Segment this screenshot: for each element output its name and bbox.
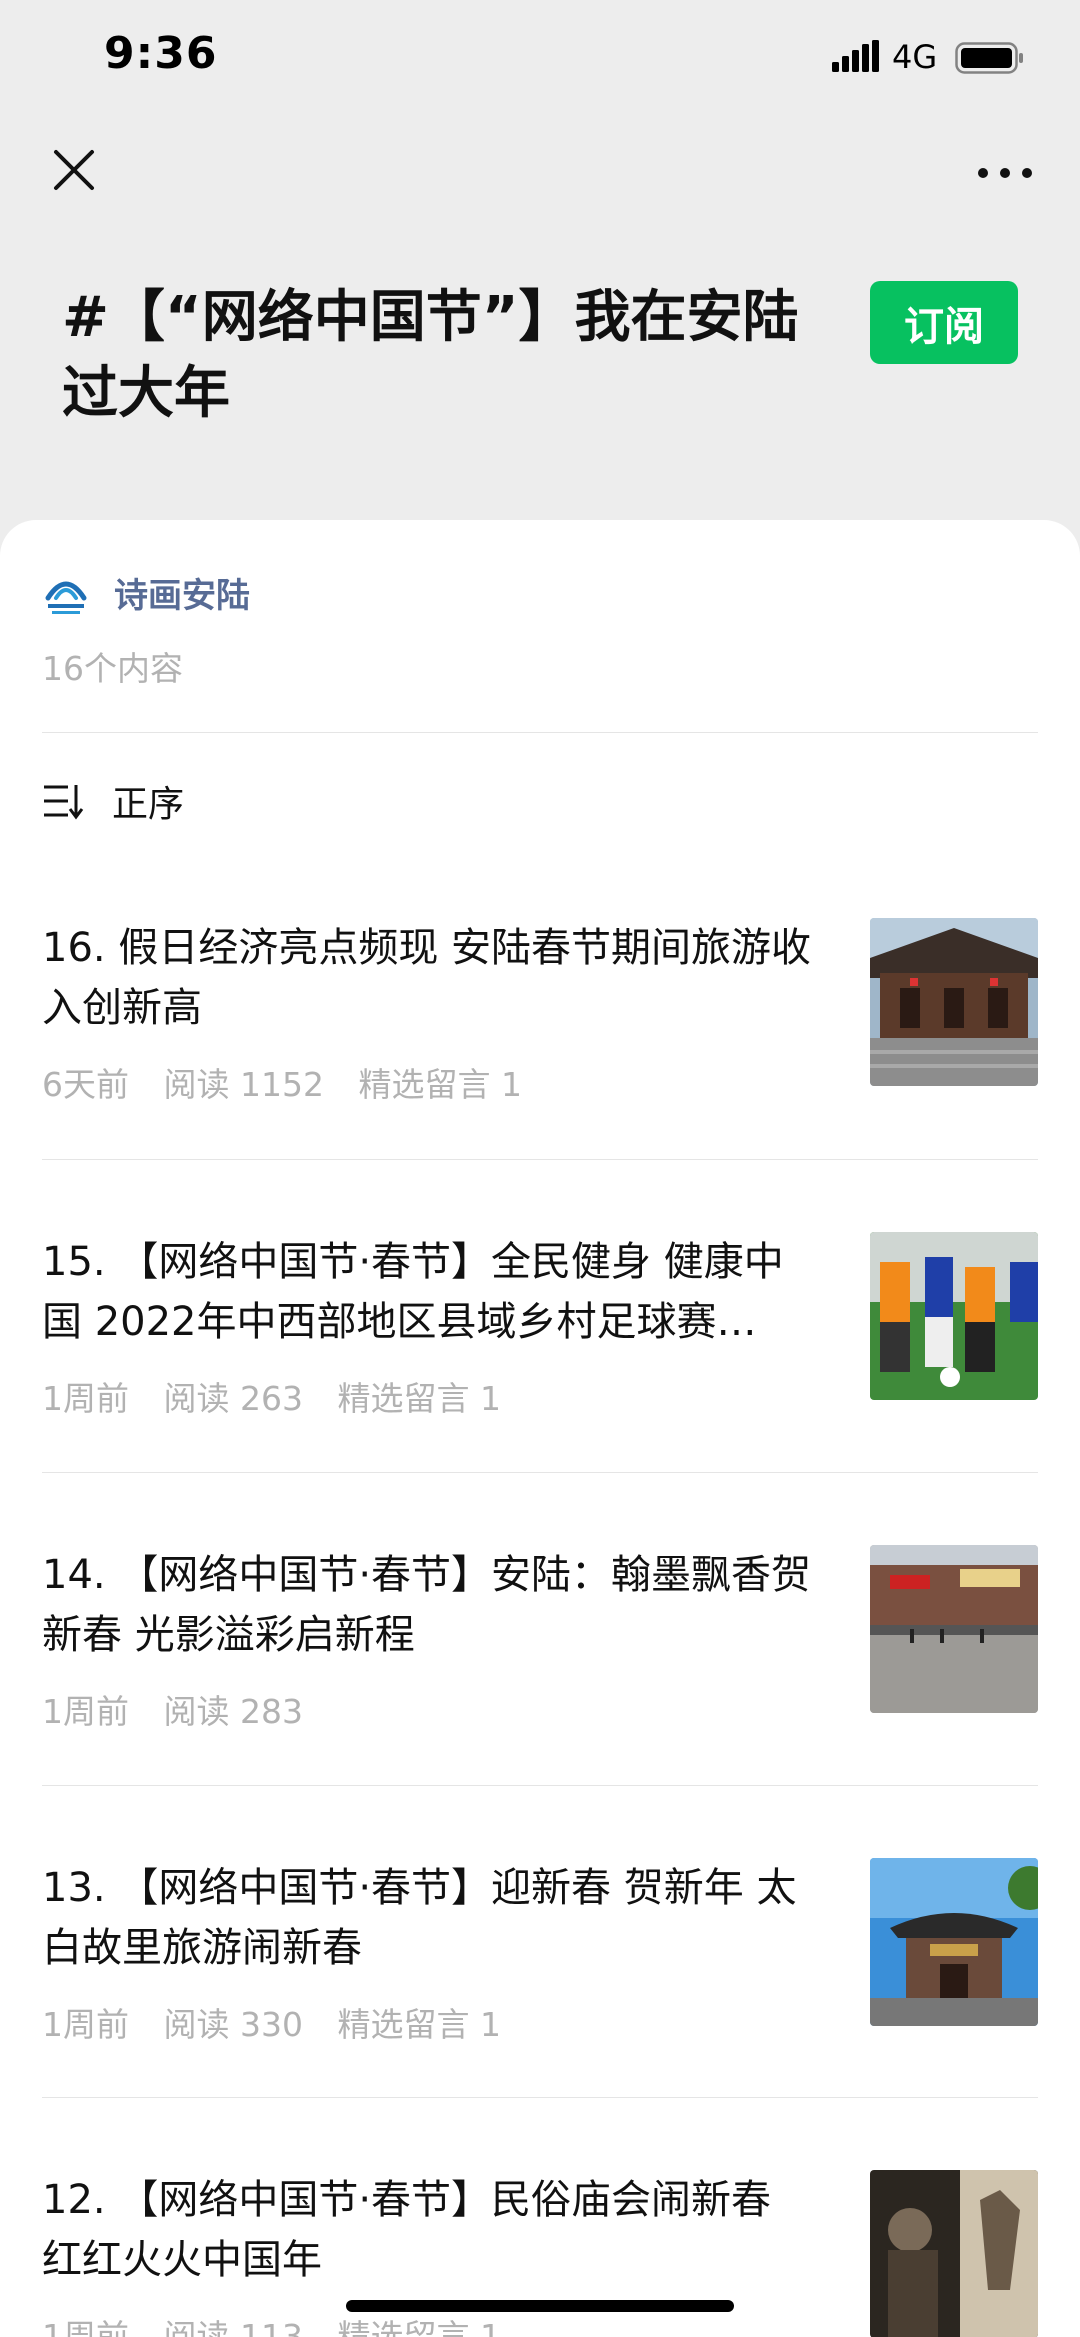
account-row[interactable]: 诗画安陆	[42, 562, 250, 622]
battery-icon	[955, 42, 1023, 74]
divider	[42, 2097, 1038, 2098]
article-thumbnail	[870, 1858, 1038, 2026]
article-time: 1周前	[42, 2317, 129, 2337]
home-indicator	[346, 2300, 734, 2312]
close-button[interactable]	[44, 140, 104, 200]
article-meta: 1周前 阅读 330 精选留言 1	[42, 1998, 525, 2046]
content-count: 16个内容	[42, 649, 183, 688]
content-card: 诗画安陆 16个内容 正序 16. 假日经济亮点频现 安陆春节期间旅游收入创新高…	[0, 520, 1080, 2337]
network-label: 4G	[892, 38, 938, 76]
article-item[interactable]: 16. 假日经济亮点频现 安陆春节期间旅游收入创新高 6天前 阅读 1152 精…	[42, 918, 1038, 1118]
article-comments: 精选留言 1	[337, 2317, 501, 2337]
article-thumbnail	[870, 2170, 1038, 2337]
article-time: 1周前	[42, 1379, 129, 1418]
more-options-button[interactable]	[975, 148, 1035, 198]
subscribe-button[interactable]: 订阅	[870, 281, 1018, 364]
article-comments: 精选留言 1	[337, 2005, 501, 2044]
article-title: 13. 【网络中国节·春节】迎新春 贺新年 太白故里旅游闹新春	[42, 1865, 797, 1971]
article-meta: 1周前 阅读 263 精选留言 1	[42, 1372, 525, 1420]
status-bar: 9:36 4G	[0, 0, 1080, 118]
article-title: 15. 【网络中国节·春节】全民健身 健康中国 2022年中西部地区县域乡村足球…	[42, 1239, 784, 1345]
article-reads: 阅读 283	[163, 1692, 303, 1731]
article-meta: 1周前 阅读 113 精选留言 1	[42, 2310, 525, 2337]
article-item[interactable]: 14. 【网络中国节·春节】安陆：翰墨飘香贺新春 光影溢彩启新程 1周前 阅读 …	[42, 1545, 1038, 1745]
article-title: 14. 【网络中国节·春节】安陆：翰墨飘香贺新春 光影溢彩启新程	[42, 1552, 812, 1658]
divider	[42, 1159, 1038, 1160]
divider	[42, 1472, 1038, 1473]
signal-icon	[832, 40, 879, 72]
article-time: 1周前	[42, 1692, 129, 1731]
sort-toggle[interactable]: 正序	[42, 776, 184, 826]
page: 9:36 4G #【“网络中国节”】我在安陆过大年 订阅 诗画安陆 16个内容 …	[0, 0, 1080, 2337]
divider	[42, 1785, 1038, 1786]
article-reads: 阅读 263	[163, 1379, 303, 1418]
sort-icon	[44, 785, 84, 820]
article-thumbnail	[870, 1232, 1038, 1400]
sort-label: 正序	[112, 784, 185, 825]
article-item[interactable]: 15. 【网络中国节·春节】全民健身 健康中国 2022年中西部地区县域乡村足球…	[42, 1232, 1038, 1432]
article-title: 16. 假日经济亮点频现 安陆春节期间旅游收入创新高	[42, 925, 812, 1031]
article-reads: 阅读 1152	[163, 1065, 324, 1104]
account-name[interactable]: 诗画安陆	[114, 568, 250, 617]
article-comments: 精选留言 1	[358, 1065, 522, 1104]
divider	[42, 732, 1038, 733]
topic-title: #【“网络中国节”】我在安陆过大年	[62, 285, 799, 426]
article-reads: 阅读 113	[163, 2317, 303, 2337]
article-meta: 6天前 阅读 1152 精选留言 1	[42, 1058, 546, 1106]
article-comments: 精选留言 1	[337, 1379, 501, 1418]
account-logo-icon	[45, 581, 87, 614]
status-time: 9:36	[104, 28, 218, 79]
article-time: 1周前	[42, 2005, 129, 2044]
article-meta: 1周前 阅读 283	[42, 1685, 351, 1733]
article-title: 12. 【网络中国节·春节】民俗庙会闹新春 红红火火中国年	[42, 2177, 772, 2283]
more-icon	[978, 168, 1032, 178]
article-time: 6天前	[42, 1065, 129, 1104]
article-thumbnail	[870, 918, 1038, 1086]
article-reads: 阅读 330	[163, 2005, 303, 2044]
article-item[interactable]: 13. 【网络中国节·春节】迎新春 贺新年 太白故里旅游闹新春 1周前 阅读 3…	[42, 1858, 1038, 2058]
close-icon	[54, 150, 94, 190]
article-thumbnail	[870, 1545, 1038, 1713]
